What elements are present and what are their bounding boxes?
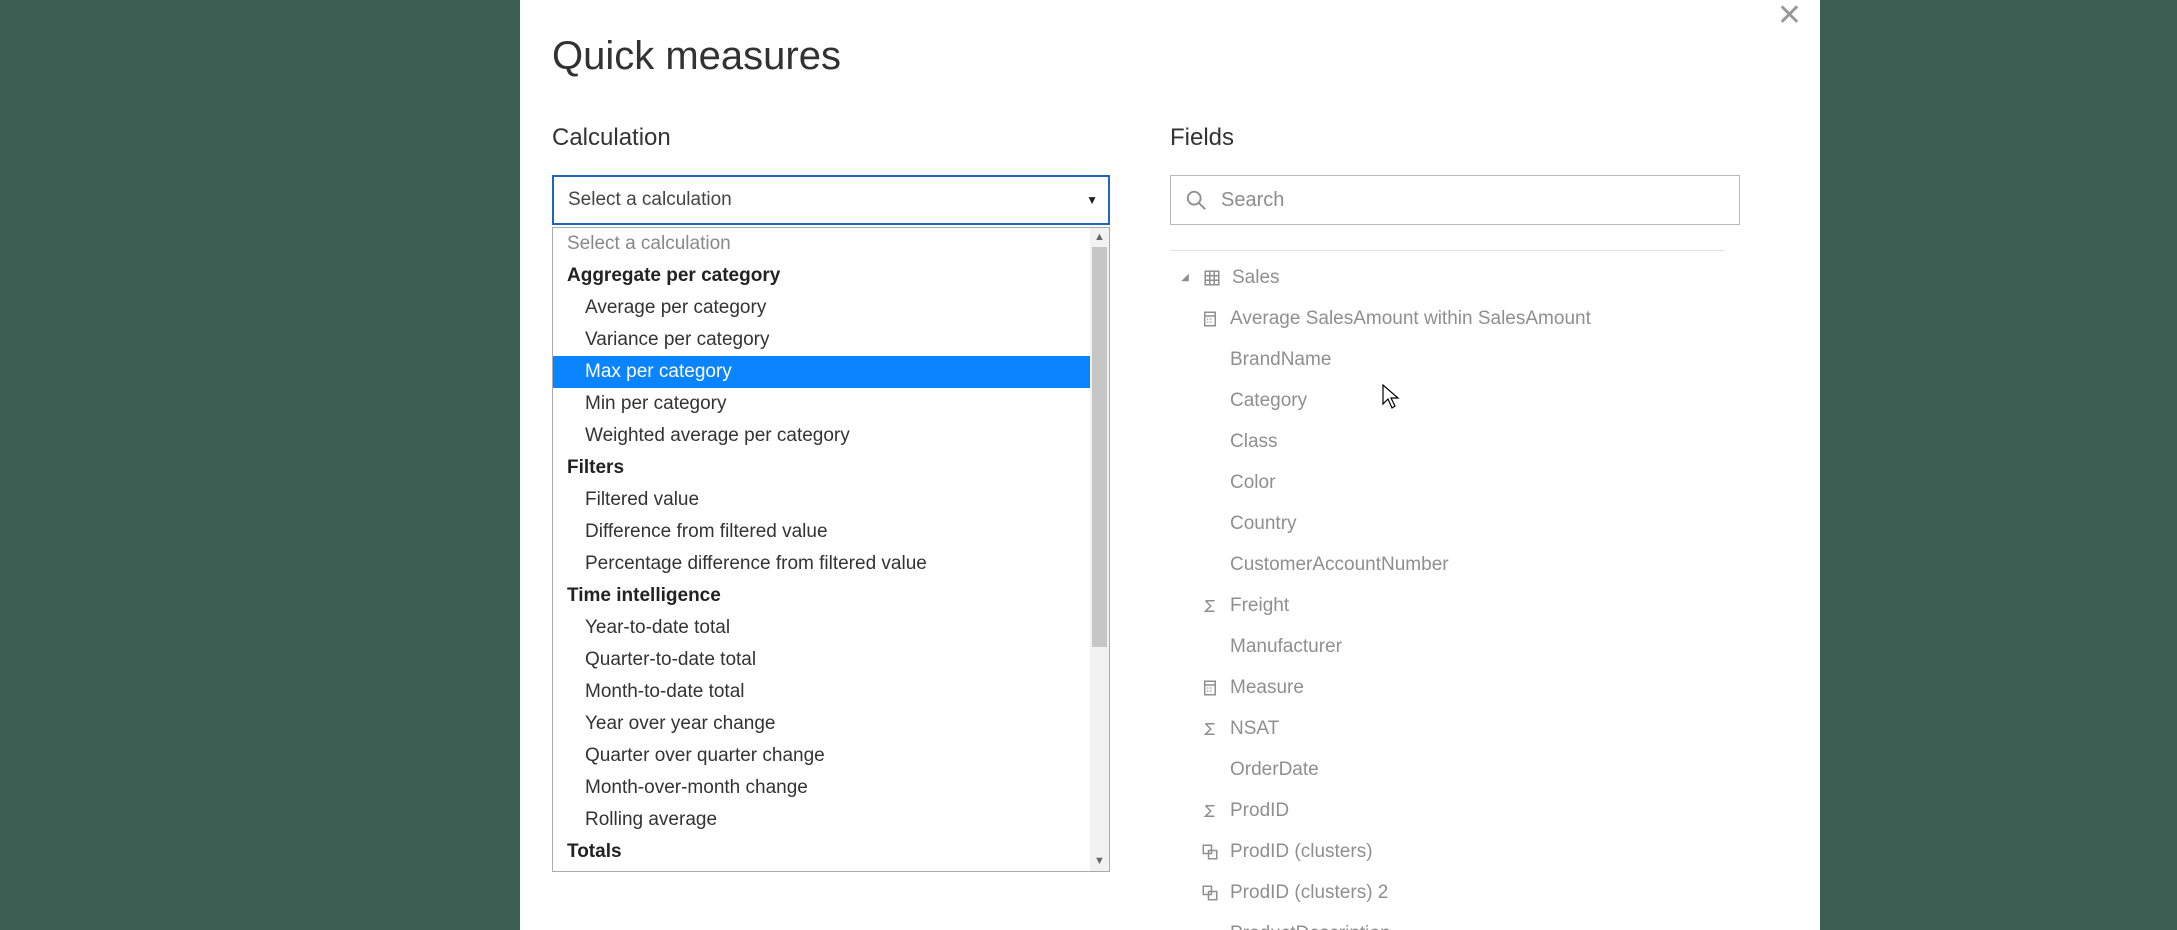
chevron-down-icon: ◢ — [1178, 272, 1192, 283]
dropdown-item[interactable]: Rolling average — [553, 804, 1090, 836]
fields-field-row[interactable]: Category — [1170, 380, 1725, 421]
fields-field-row[interactable]: Manufacturer — [1170, 626, 1725, 667]
fields-field-label: Manufacturer — [1230, 636, 1342, 658]
blank-icon — [1201, 433, 1219, 451]
calculation-select[interactable]: Select a calculation ▼ — [552, 175, 1110, 225]
fields-field-label: Category — [1230, 390, 1307, 412]
fields-field-row[interactable]: ProdID — [1170, 790, 1725, 831]
blank-icon — [1201, 638, 1219, 656]
fields-field-label: ProdID (clusters) — [1230, 841, 1373, 863]
scroll-down-icon[interactable]: ▼ — [1090, 852, 1109, 871]
dropdown-item[interactable]: Quarter-to-date total — [553, 644, 1090, 676]
dropdown-placeholder[interactable]: Select a calculation — [553, 228, 1090, 260]
measure-icon — [1201, 679, 1219, 697]
fields-field-label: NSAT — [1230, 718, 1279, 740]
sigma-icon — [1201, 597, 1219, 615]
group-icon — [1201, 884, 1219, 902]
fields-field-row[interactable]: ProductDescription — [1170, 913, 1725, 930]
fields-field-label: ProdID — [1230, 800, 1289, 822]
dropdown-item[interactable]: Month-to-date total — [553, 676, 1090, 708]
blank-icon — [1201, 474, 1219, 492]
sigma-icon — [1201, 720, 1219, 738]
scroll-thumb[interactable] — [1092, 247, 1107, 647]
fields-field-row[interactable]: CustomerAccountNumber — [1170, 544, 1725, 585]
close-icon[interactable]: ✕ — [1777, 0, 1802, 32]
fields-tree[interactable]: ◢ Sales Average SalesAmount within SalesAm… — [1170, 250, 1725, 930]
fields-search[interactable] — [1170, 175, 1740, 225]
blank-icon — [1201, 515, 1219, 533]
fields-field-row[interactable]: Country — [1170, 503, 1725, 544]
fields-field-row[interactable]: OrderDate — [1170, 749, 1725, 790]
dialog-title: Quick measures — [552, 34, 841, 79]
table-icon — [1203, 269, 1221, 287]
fields-field-label: Measure — [1230, 677, 1304, 699]
scroll-up-icon[interactable]: ▲ — [1090, 228, 1109, 247]
fields-search-input[interactable] — [1219, 188, 1725, 213]
quick-measures-dialog: ✕ Quick measures Calculation Fields Sele… — [520, 0, 1820, 930]
blank-icon — [1201, 556, 1219, 574]
blank-icon — [1201, 761, 1219, 779]
dropdown-group-header: Filters — [553, 452, 1090, 484]
fields-field-row[interactable]: ProdID (clusters) — [1170, 831, 1725, 872]
dropdown-item[interactable]: Percentage difference from filtered valu… — [553, 548, 1090, 580]
fields-field-row[interactable]: BrandName — [1170, 339, 1725, 380]
dropdown-item[interactable]: Variance per category — [553, 324, 1090, 356]
calculation-section-label: Calculation — [552, 124, 671, 152]
dropdown-item[interactable]: Year over year change — [553, 708, 1090, 740]
fields-field-label: Freight — [1230, 595, 1289, 617]
fields-field-label: OrderDate — [1230, 759, 1319, 781]
chevron-down-icon: ▼ — [1086, 193, 1098, 207]
calculation-select-value: Select a calculation — [568, 189, 732, 211]
fields-field-label: Country — [1230, 513, 1297, 535]
sigma-icon — [1201, 802, 1219, 820]
dropdown-item[interactable]: Month-over-month change — [553, 772, 1090, 804]
fields-field-row[interactable]: ProdID (clusters) 2 — [1170, 872, 1725, 913]
fields-field-label: Average SalesAmount within SalesAmount — [1230, 308, 1591, 330]
fields-field-row[interactable]: Measure — [1170, 667, 1725, 708]
measure-icon — [1201, 310, 1219, 328]
fields-field-label: ProductDescription — [1230, 923, 1391, 930]
fields-table-label: Sales — [1232, 267, 1280, 289]
dropdown-group-header: Totals — [553, 836, 1090, 868]
fields-field-row[interactable]: NSAT — [1170, 708, 1725, 749]
fields-field-label: ProdID (clusters) 2 — [1230, 882, 1388, 904]
fields-field-label: Color — [1230, 472, 1275, 494]
fields-field-row[interactable]: Average SalesAmount within SalesAmount — [1170, 298, 1725, 339]
calculation-dropdown[interactable]: Select a calculationAggregate per catego… — [552, 227, 1110, 872]
dropdown-item[interactable]: Year-to-date total — [553, 612, 1090, 644]
dropdown-item[interactable]: Average per category — [553, 292, 1090, 324]
dropdown-item[interactable]: Difference from filtered value — [553, 516, 1090, 548]
blank-icon — [1201, 351, 1219, 369]
dropdown-item[interactable]: Quarter over quarter change — [553, 740, 1090, 772]
dropdown-group-header: Aggregate per category — [553, 260, 1090, 292]
group-icon — [1201, 843, 1219, 861]
fields-section-label: Fields — [1170, 124, 1234, 152]
search-icon — [1185, 189, 1207, 211]
dropdown-item[interactable]: Filtered value — [553, 484, 1090, 516]
dropdown-item[interactable]: Min per category — [553, 388, 1090, 420]
fields-field-label: CustomerAccountNumber — [1230, 554, 1449, 576]
fields-field-row[interactable]: Freight — [1170, 585, 1725, 626]
blank-icon — [1201, 392, 1219, 410]
fields-field-label: BrandName — [1230, 349, 1331, 371]
fields-field-row[interactable]: Class — [1170, 421, 1725, 462]
dropdown-item[interactable]: Weighted average per category — [553, 420, 1090, 452]
dropdown-group-header: Time intelligence — [553, 580, 1090, 612]
fields-table-row[interactable]: ◢ Sales — [1170, 257, 1725, 298]
blank-icon — [1201, 925, 1219, 930]
fields-field-label: Class — [1230, 431, 1278, 453]
dropdown-item[interactable]: Max per category — [553, 356, 1090, 388]
dropdown-scrollbar[interactable]: ▲ ▼ — [1090, 228, 1109, 871]
fields-field-row[interactable]: Color — [1170, 462, 1725, 503]
